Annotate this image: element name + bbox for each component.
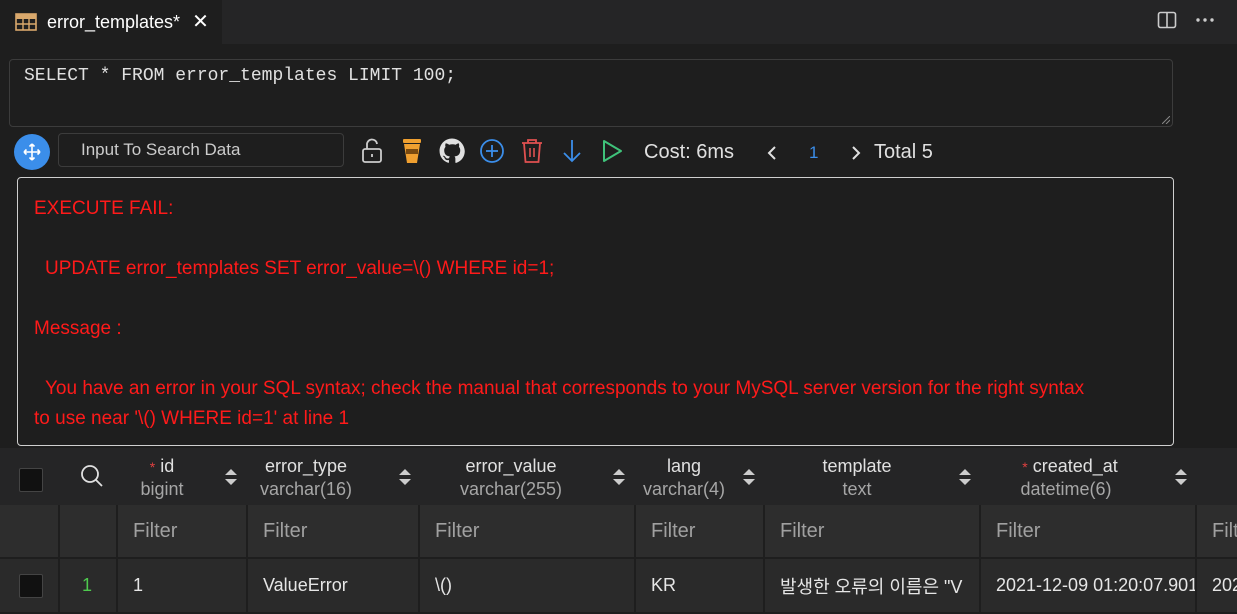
github-icon [439, 138, 465, 163]
sql-text: SELECT * FROM error_templates LIMIT 100; [24, 66, 457, 86]
search-placeholder: Input To Search Data [81, 140, 241, 159]
resize-handle[interactable] [1162, 116, 1170, 124]
column-header-template[interactable]: template text [764, 448, 980, 505]
error-title: EXECUTE FAIL: [34, 198, 174, 219]
export-button[interactable] [558, 136, 586, 166]
filter-placeholder: Filter [263, 519, 308, 542]
filter-input-created-at[interactable]: Filter [981, 505, 1197, 559]
data-grid: Filter Filter Filter Filter Filter Filte… [0, 505, 1237, 614]
unlock-button[interactable] [358, 136, 386, 166]
column-type: datetime(6) [1020, 479, 1112, 499]
required-mark: * [149, 459, 156, 475]
filter-placeholder: Filter [996, 519, 1041, 542]
cell-error-type[interactable]: ValueError [248, 559, 420, 614]
play-icon [603, 140, 622, 162]
column-type: varchar(4) [642, 479, 726, 499]
chevron-right-icon[interactable] [850, 145, 862, 161]
error-message-line1: You have an error in your SQL syntax; ch… [45, 378, 1085, 399]
chevron-left-icon[interactable] [766, 145, 778, 161]
column-name: id [160, 456, 175, 476]
column-header-error-type[interactable]: error_type varchar(16) [248, 448, 420, 505]
move-icon [23, 143, 41, 161]
filter-placeholder: Filter [435, 519, 480, 542]
more-actions-icon[interactable] [1195, 10, 1215, 30]
row-checkbox[interactable] [19, 573, 43, 598]
cell-template[interactable]: 발생한 오류의 이름은 "V [765, 559, 981, 614]
page-number[interactable]: 1 [809, 143, 818, 163]
tab-error-templates[interactable]: error_templates* ✕ [0, 0, 222, 44]
cell-lang[interactable]: KR [636, 559, 765, 614]
column-header: * id bigint error_type varchar(16) error… [0, 448, 1237, 505]
filter-input-error-value[interactable]: Filter [420, 505, 636, 559]
table-icon [15, 13, 37, 31]
coffee-icon [403, 139, 421, 163]
column-header-created-at[interactable]: * created_at datetime(6) [980, 448, 1196, 505]
error-message-line2: to use near '\() WHERE id=1' at line 1 [34, 408, 350, 429]
filter-row-spacer [60, 505, 118, 559]
error-message-label: Message : [34, 318, 122, 339]
filter-placeholder: Filt [1212, 519, 1237, 542]
add-row-button[interactable] [478, 136, 506, 166]
column-name: created_at [1032, 456, 1118, 476]
total-count: Total 5 [874, 141, 933, 163]
filter-placeholder: Filter [651, 519, 696, 542]
filter-input-template[interactable]: Filter [765, 505, 981, 559]
sponsor-button[interactable] [398, 136, 426, 166]
filter-input-error-type[interactable]: Filter [248, 505, 420, 559]
column-name: template [822, 456, 892, 476]
cell-error-value[interactable]: \() [420, 559, 636, 614]
column-type: varchar(255) [459, 479, 563, 499]
plus-circle-icon [480, 139, 504, 163]
filter-input-lang[interactable]: Filter [636, 505, 765, 559]
cell-id[interactable]: 1 [118, 559, 248, 614]
cost-label: Cost: 6ms [644, 141, 735, 163]
required-mark: * [1022, 459, 1028, 475]
unlock-icon [362, 138, 382, 163]
column-name: error_value [465, 456, 557, 476]
arrow-down-icon [563, 140, 581, 163]
filter-input-id[interactable]: Filter [118, 505, 248, 559]
error-panel: EXECUTE FAIL: UPDATE error_templates SET… [17, 177, 1174, 446]
column-name: error_type [264, 456, 348, 476]
column-type: text [842, 479, 872, 499]
row-index: 1 [60, 559, 118, 614]
github-button[interactable] [438, 136, 466, 166]
filter-placeholder: Filter [133, 519, 178, 542]
column-header-lang[interactable]: lang varchar(4) [636, 448, 764, 505]
run-button[interactable] [598, 136, 626, 166]
filter-placeholder: Filter [780, 519, 825, 542]
cell-next[interactable]: 202 [1197, 559, 1237, 614]
filter-row-spacer [0, 505, 60, 559]
column-type: varchar(16) [259, 479, 353, 499]
sort-icon[interactable] [1174, 467, 1188, 487]
select-all-checkbox[interactable] [19, 468, 43, 492]
move-button[interactable] [14, 134, 50, 170]
toolbar: Input To Search Data Cost: 6ms 1 Total 5 [0, 133, 1237, 171]
search-input[interactable]: Input To Search Data [58, 133, 344, 167]
error-statement: UPDATE error_templates SET error_value=\… [45, 258, 555, 279]
column-header-error-value[interactable]: error_value varchar(255) [420, 448, 636, 505]
tab-bar: error_templates* ✕ [0, 0, 1237, 44]
sql-editor[interactable]: SELECT * FROM error_templates LIMIT 100; [9, 59, 1173, 127]
row-checkbox-cell[interactable] [0, 559, 60, 614]
tab-title: error_templates* [47, 11, 181, 32]
column-name: lang [666, 456, 702, 476]
column-type: bigint [140, 479, 184, 499]
trash-icon [522, 139, 542, 163]
split-editor-icon[interactable] [1157, 10, 1177, 30]
close-icon[interactable]: ✕ [192, 12, 209, 32]
delete-button[interactable] [518, 136, 546, 166]
filter-input-next[interactable]: Filt [1197, 505, 1237, 559]
cell-created-at[interactable]: 2021-12-09 01:20:07.901 [981, 559, 1197, 614]
